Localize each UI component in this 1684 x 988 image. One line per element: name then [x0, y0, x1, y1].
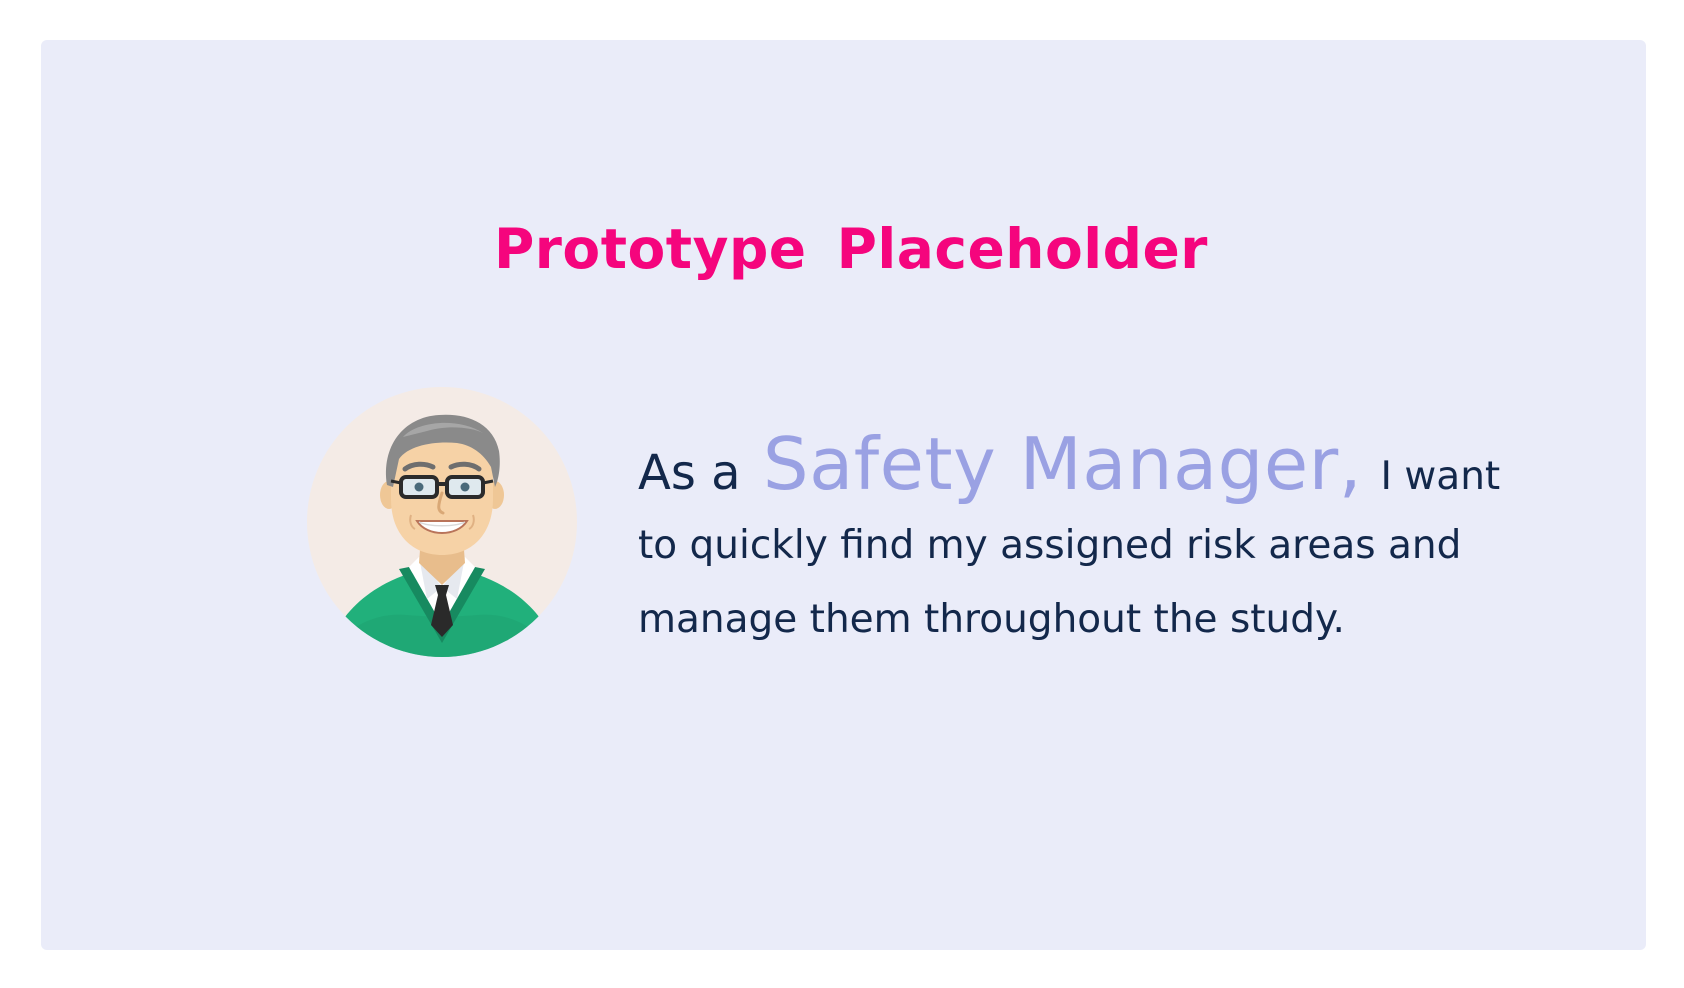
user-story-text: As a Safety Manager, I want to quickly f… [638, 427, 1598, 657]
user-story-want: I want [1380, 454, 1501, 499]
user-story-prefix: As a [638, 445, 741, 501]
user-story-line-1: As a Safety Manager, I want [638, 427, 1598, 501]
businessman-avatar-icon [307, 387, 577, 657]
user-role-highlight: Safety Manager, [762, 422, 1363, 506]
page-title: Prototype Placeholder [494, 214, 1208, 284]
user-story-line-2: to quickly find my assigned risk areas a… [638, 523, 1462, 568]
user-story-line-3: manage them throughout the study. [638, 597, 1345, 642]
title-word-placeholder: Placeholder [836, 217, 1208, 281]
title-word-prototype: Prototype [494, 217, 807, 281]
prototype-card: Prototype Placeholder As a Safety Manage… [41, 40, 1646, 950]
